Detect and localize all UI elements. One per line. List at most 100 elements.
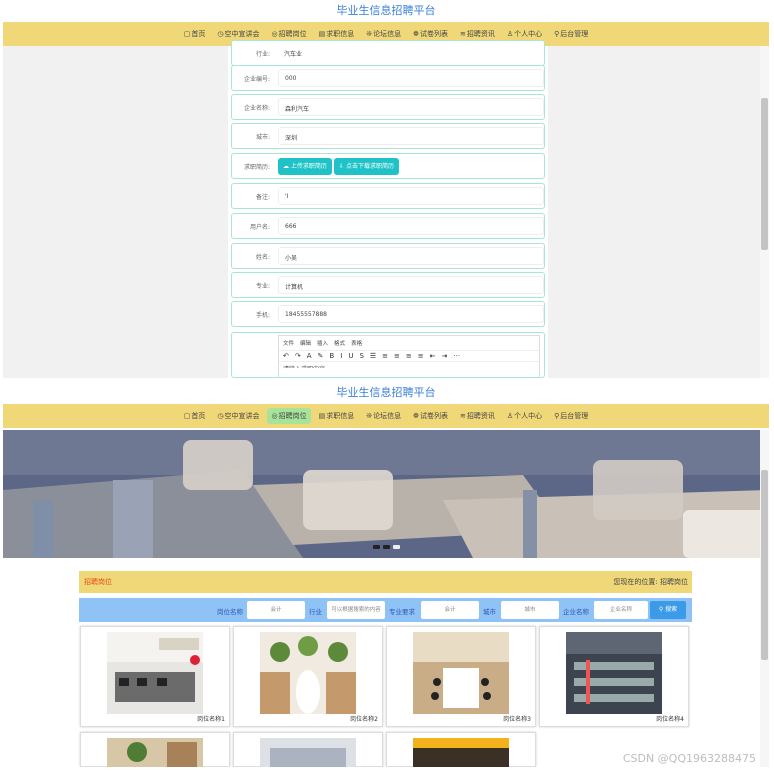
- news-icon: ≋: [459, 30, 466, 38]
- job-card[interactable]: 岗位名称4: [539, 626, 689, 727]
- nav-label: 首页: [191, 412, 206, 420]
- job-image: [260, 738, 356, 767]
- nav-item[interactable]: ▢首页: [180, 408, 210, 424]
- editor-menu-item[interactable]: 表格: [351, 339, 362, 347]
- resume-row: 求职简历: ☁ 上传求职简历 ⇩ 点击下载求职简历: [231, 153, 545, 179]
- city-field[interactable]: 深圳: [278, 127, 544, 145]
- nav-item[interactable]: ❊论坛信息: [362, 408, 405, 424]
- name-field[interactable]: 小吴: [278, 247, 544, 265]
- user-icon: ♙: [506, 30, 514, 38]
- link-icon: ⚲: [554, 412, 560, 420]
- editor-menu-item[interactable]: 格式: [334, 339, 345, 347]
- search-button-label: 搜索: [665, 606, 678, 613]
- page-scrollbar[interactable]: [760, 46, 769, 378]
- user-icon: ♙: [506, 412, 514, 420]
- editor-content[interactable]: 请输入求职内容: [279, 362, 539, 368]
- scrollbar-thumb[interactable]: [761, 470, 768, 660]
- editor-menu-item[interactable]: 插入: [317, 339, 328, 347]
- job-card[interactable]: 岗位名称3: [386, 626, 536, 727]
- company-filter-label: 企业名称: [563, 608, 589, 616]
- city-filter-input[interactable]: 城市: [501, 601, 559, 619]
- nav-item[interactable]: ♙个人中心: [503, 408, 546, 424]
- company-name-field[interactable]: 森利汽车: [278, 98, 544, 116]
- section-title: 招聘岗位: [84, 578, 112, 586]
- scrollbar-thumb[interactable]: [761, 98, 768, 250]
- nav-item[interactable]: ❁试卷列表: [409, 408, 452, 424]
- editor-tool-button[interactable]: ···: [453, 352, 460, 360]
- nav-item[interactable]: ⚲后台管理: [550, 408, 592, 424]
- major-row: 专业: 计算机: [231, 272, 545, 298]
- job-name-input[interactable]: 会计: [247, 601, 305, 619]
- company-filter-input[interactable]: 企业名称: [594, 601, 648, 619]
- editor-frame[interactable]: 文件编辑插入格式表格 ↶ ↷ A ✎ BIUS ☰ ≡ ≡ ≡ ≡ ⇤ ⇥ ··· 请输入求职内容: [278, 335, 540, 378]
- editor-tool-button[interactable]: ↷: [295, 352, 301, 360]
- section-header: 招聘岗位 您现在的位置: 招聘岗位: [79, 571, 692, 593]
- home-icon: ▢: [183, 412, 191, 420]
- editor-menu-item[interactable]: 文件: [283, 339, 294, 347]
- editor-tool-button[interactable]: S: [359, 352, 363, 360]
- company-no-label: 企业编号:: [243, 76, 270, 83]
- job-card[interactable]: [386, 732, 536, 767]
- job-card[interactable]: [80, 732, 230, 767]
- clock-icon: ◷: [217, 30, 224, 38]
- job-card[interactable]: [233, 732, 383, 767]
- news-icon: ≋: [459, 412, 466, 420]
- remark-field[interactable]: 'I: [278, 187, 544, 205]
- editor-tool-button[interactable]: ≡: [406, 352, 412, 360]
- download-icon: ⇩: [339, 163, 346, 170]
- hero-banner: [3, 430, 769, 558]
- editor-tool-button[interactable]: ≡: [382, 352, 388, 360]
- editor-tool-button[interactable]: ☰: [370, 352, 376, 360]
- city-label: 城市:: [255, 134, 270, 141]
- company-no-field[interactable]: 000: [278, 69, 544, 87]
- download-resume-button[interactable]: ⇩ 点击下载求职简历: [334, 158, 399, 175]
- search-bar: 岗位名称 会计 行业 可以根据搜索的内容 专业要求 会计 城市 城市 企业名称 …: [79, 598, 692, 622]
- nav-item[interactable]: ≋招聘资讯: [456, 408, 499, 424]
- editor-tool-button[interactable]: ✎: [318, 352, 324, 360]
- editor-tool-button[interactable]: A: [307, 352, 312, 360]
- editor-tool-button[interactable]: B: [329, 352, 334, 360]
- remark-row: 备注: 'I: [231, 183, 545, 209]
- job-name: 岗位名称3: [503, 716, 531, 723]
- job-card[interactable]: 岗位名称2: [233, 626, 383, 727]
- industry-filter-input[interactable]: 可以根据搜索的内容: [327, 601, 385, 619]
- nav-label: 试卷列表: [419, 412, 448, 420]
- phone-field[interactable]: 18455557888: [278, 305, 544, 323]
- nav-item[interactable]: ◎招聘岗位: [267, 408, 311, 424]
- industry-field[interactable]: 汽车业: [278, 44, 544, 62]
- username-row: 用户名: 666: [231, 213, 545, 239]
- editor-tool-button[interactable]: ⇤: [430, 352, 436, 360]
- editor-tool-button[interactable]: I: [340, 352, 342, 360]
- company-name-label: 企业名称:: [243, 105, 270, 112]
- username-field[interactable]: 666: [278, 217, 544, 235]
- forum-icon: ❊: [366, 412, 373, 420]
- job-image: [107, 738, 203, 767]
- search-button[interactable]: ⚲ 搜索: [650, 601, 686, 619]
- carousel-dot-active[interactable]: [393, 545, 400, 549]
- nav-item[interactable]: ⚲后台管理: [550, 26, 592, 42]
- editor-tool-button[interactable]: ⇥: [442, 352, 448, 360]
- carousel-dot[interactable]: [383, 545, 390, 549]
- nav-item[interactable]: ▢首页: [180, 26, 210, 42]
- editor-tool-button[interactable]: U: [348, 352, 353, 360]
- major-filter-input[interactable]: 会计: [421, 601, 479, 619]
- home-icon: ▢: [183, 30, 191, 38]
- editor-menu-item[interactable]: 编辑: [300, 339, 311, 347]
- editor-tool-button[interactable]: ≡: [394, 352, 400, 360]
- company-name-row: 企业名称: 森利汽车: [231, 94, 545, 120]
- circle-icon: ◎: [271, 30, 278, 38]
- editor-tool-button[interactable]: ≡: [418, 352, 424, 360]
- editor-tool-button[interactable]: ↶: [283, 352, 289, 360]
- job-card[interactable]: 岗位名称1: [80, 626, 230, 727]
- nav-item[interactable]: ◷空中宣讲会: [213, 408, 263, 424]
- carousel-dot[interactable]: [373, 545, 380, 549]
- csdn-watermark: CSDN @QQ1963288475: [622, 752, 756, 765]
- nav-label: 试卷列表: [419, 30, 448, 38]
- major-field[interactable]: 计算机: [278, 276, 544, 294]
- upload-resume-button[interactable]: ☁ 上传求职简历: [278, 158, 332, 175]
- link-icon: ⚲: [554, 30, 560, 38]
- name-label: 姓名:: [255, 254, 270, 261]
- editor-menubar: 文件 编辑 插入 格式 表格: [279, 336, 539, 350]
- nav-item[interactable]: ▤求职信息: [315, 408, 359, 424]
- page-scrollbar[interactable]: [760, 430, 769, 767]
